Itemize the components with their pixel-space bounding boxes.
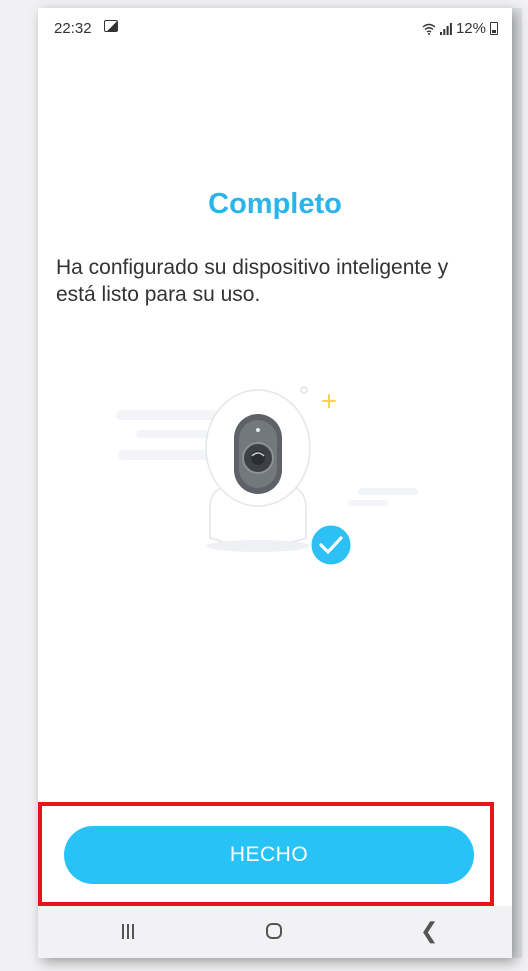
- bg-streak: [358, 488, 418, 495]
- status-time: 22:32: [54, 20, 92, 37]
- camera-indicator: [256, 428, 260, 432]
- page-title: Completo: [208, 188, 342, 220]
- check-circle-icon: [308, 522, 354, 568]
- gallery-icon: [104, 20, 118, 32]
- wifi-icon: [422, 23, 436, 35]
- phone-screen: 22:32 12% Completo Ha configurado su dis…: [38, 8, 512, 958]
- navigation-bar: ❮: [38, 906, 512, 958]
- bg-streak: [348, 500, 388, 506]
- sparkle-dot: [300, 386, 308, 394]
- home-icon[interactable]: [266, 923, 282, 939]
- completion-message: Ha configurado su dispositivo inteligent…: [56, 256, 449, 306]
- battery-icon: [490, 22, 498, 35]
- back-icon[interactable]: ❮: [420, 920, 438, 942]
- sparkle-plus: [322, 394, 336, 408]
- camera-success-illustration: [116, 386, 418, 568]
- camera-base-shadow: [206, 540, 310, 552]
- screenshot-frame: 22:32 12% Completo Ha configurado su dis…: [0, 0, 528, 971]
- battery-percent: 12%: [455, 20, 486, 37]
- done-button[interactable]: HECHO: [64, 826, 474, 884]
- status-indicators: 12%: [422, 20, 498, 37]
- status-bar: 22:32 12%: [38, 8, 512, 48]
- signal-icon: [439, 22, 452, 35]
- recent-apps-icon[interactable]: [122, 924, 138, 939]
